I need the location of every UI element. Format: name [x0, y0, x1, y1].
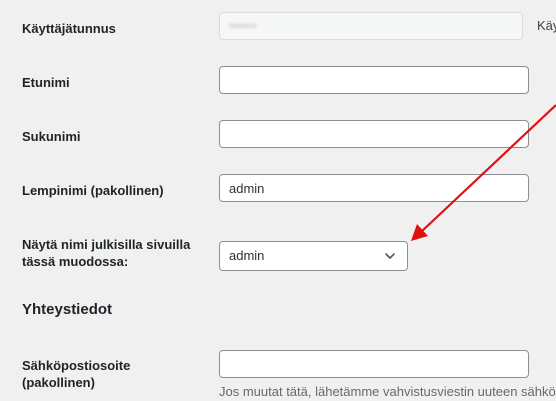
display-name-label-line2: tässä muodossa:	[22, 254, 129, 269]
username-value: ••••••	[229, 18, 257, 33]
first-name-input[interactable]	[219, 66, 529, 94]
contact-section-title: Yhteystiedot	[22, 301, 113, 318]
display-name-label-line1: Näytä nimi julkisilla sivuilla	[22, 237, 191, 252]
username-description: Käy	[537, 18, 556, 33]
annotation-arrow-head	[411, 224, 428, 241]
first-name-label: Etunimi	[22, 75, 70, 90]
last-name-input[interactable]	[219, 120, 529, 148]
email-label-line1: Sähköpostiosoite	[22, 358, 131, 373]
email-description: Jos muutat tätä, lähetämme vahvistusvies…	[219, 384, 556, 399]
email-label-line2: (pakollinen)	[22, 375, 95, 390]
chevron-down-icon	[385, 253, 395, 259]
nickname-label: Lempinimi (pakollinen)	[22, 183, 164, 198]
display-name-label: Näytä nimi julkisilla sivuilla tässä muo…	[22, 236, 190, 270]
display-name-selected: admin	[229, 248, 265, 263]
email-input[interactable]	[219, 350, 529, 378]
email-label: Sähköpostiosoite (pakollinen)	[22, 357, 130, 391]
display-name-select[interactable]: admin	[219, 241, 408, 271]
username-field: ••••••	[219, 12, 523, 40]
nickname-input[interactable]	[219, 174, 529, 202]
username-label: Käyttäjätunnus	[22, 21, 116, 36]
last-name-label: Sukunimi	[22, 129, 81, 144]
